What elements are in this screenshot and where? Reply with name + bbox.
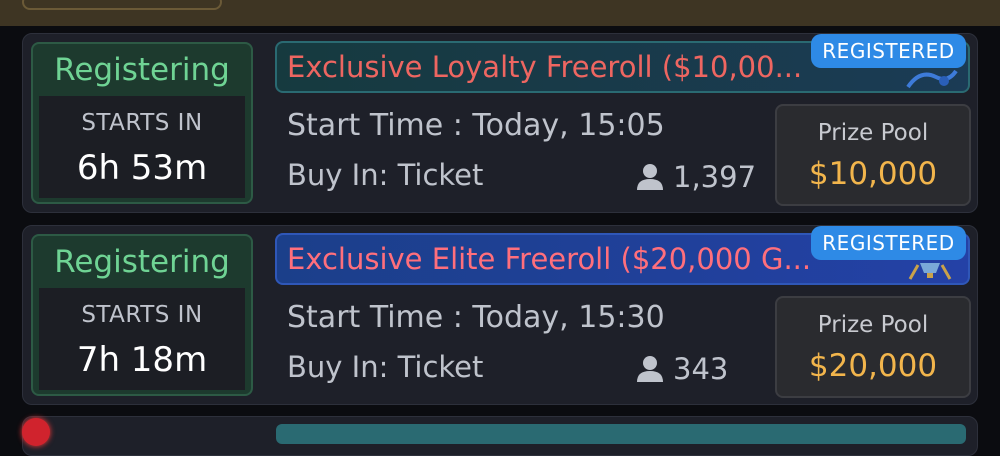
dragon-art-icon [906,69,958,89]
registered-badge: REGISTERED [811,34,966,68]
starts-in-label: STARTS IN [81,302,203,328]
buy-in: Buy In: Ticket [287,158,484,192]
trophy-art-icon [908,263,952,280]
countdown: 6h 53m [76,148,208,188]
top-bar [0,0,1000,26]
top-tab[interactable] [22,0,222,10]
red-dot-icon [22,418,50,446]
prize-pool-value: $10,000 [808,156,938,192]
starts-in-label: STARTS IN [81,110,203,136]
start-time: Start Time : Today, 15:05 [287,108,665,143]
prize-pool-box: Prize Pool $20,000 [775,296,971,398]
status-box: Registering STARTS IN 6h 53m [31,42,253,204]
tournament-title: Exclusive Elite Freeroll ($20,000 G... [287,242,812,276]
tournament-card[interactable]: Registering STARTS IN 6h 53m Exclusive L… [22,33,978,213]
prize-pool-label: Prize Pool [817,120,929,146]
registered-badge: REGISTERED [811,226,966,260]
player-count: 343 [635,352,728,386]
countdown: 7h 18m [76,340,208,380]
starts-in-panel: STARTS IN 6h 53m [39,96,245,198]
player-count-value: 343 [673,352,729,386]
player-count-value: 1,397 [673,160,757,194]
start-time: Start Time : Today, 15:30 [287,300,665,335]
prize-pool-label: Prize Pool [817,312,929,338]
status-label: Registering [54,52,230,88]
player-count: 1,397 [635,160,756,194]
status-box: Registering STARTS IN 7h 18m [31,234,253,396]
status-label: Registering [54,244,230,280]
person-icon [637,356,663,382]
starts-in-panel: STARTS IN 7h 18m [39,288,245,390]
tournament-title: Exclusive Loyalty Freeroll ($10,00... [287,50,803,84]
prize-pool-box: Prize Pool $10,000 [775,104,971,206]
tournament-card[interactable]: Registering STARTS IN 7h 18m Exclusive E… [22,225,978,405]
tournament-title-bar-partial [276,424,966,444]
buy-in: Buy In: Ticket [287,350,484,384]
person-icon [637,164,663,190]
prize-pool-value: $20,000 [808,348,938,384]
